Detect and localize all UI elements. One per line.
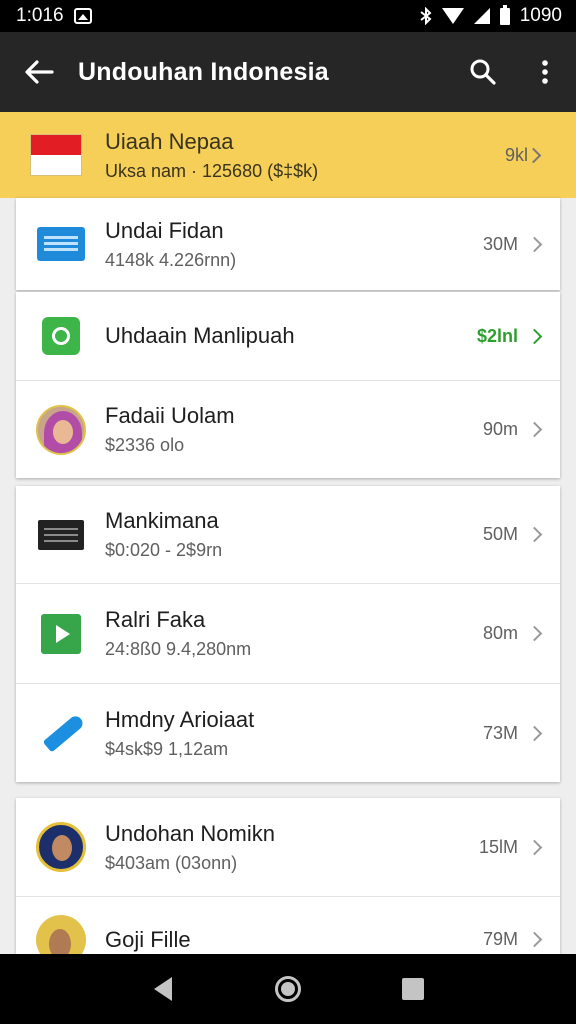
list-item[interactable]: Ralri Faka 24:8ß0 9.4,280nm 80m [16, 583, 560, 683]
system-nav-bar [0, 954, 576, 1024]
item-size: $2lnl [476, 325, 518, 346]
bluetooth-icon [420, 7, 432, 25]
indonesia-flag-icon [31, 130, 81, 180]
nav-back-button[interactable] [143, 969, 183, 1009]
list-item[interactable]: Undohan Nomikn $403am (03onn) 15lM [16, 798, 560, 896]
chevron-right-icon [526, 526, 543, 543]
avatar-icon [36, 822, 86, 872]
list-item[interactable]: Fadaii Uolam $2336 olo 90m [16, 380, 560, 478]
back-button[interactable] [0, 32, 78, 112]
nav-home-button[interactable] [268, 969, 308, 1009]
item-size: 80m [482, 623, 518, 643]
nav-recents-icon [402, 978, 425, 1000]
item-size: 90m [482, 419, 518, 439]
item-title: Uhdaain Manlipuah [105, 323, 295, 348]
avatar-icon [36, 404, 86, 455]
nav-home-icon [274, 976, 301, 1002]
wifi-icon [441, 8, 464, 24]
green-app-icon [36, 311, 86, 361]
item-subtitle: Uksa nam · 125680 ($‡$k) [105, 160, 319, 181]
card-1: Undai Fidan 4148k 4.226rnn) 30M [16, 198, 560, 290]
item-title: Ralri Faka [105, 607, 206, 632]
nav-recents-button[interactable] [393, 969, 433, 1009]
chevron-right-icon [526, 725, 543, 741]
item-size: 30M [482, 233, 518, 254]
item-title: Goji Fille [105, 926, 191, 952]
item-title: Undai Fidan [105, 217, 224, 243]
image-icon [73, 8, 92, 24]
chevron-right-icon [526, 931, 543, 948]
search-button[interactable] [452, 32, 514, 112]
pen-icon [36, 708, 86, 758]
item-title: Uiaah Nepaa [105, 128, 234, 154]
item-text: Ralri Faka 24:8ß0 9.4,280nm [105, 584, 450, 683]
item-text: Hmdny Arioiaat $4sk$9 1,12am [105, 684, 450, 782]
list-item[interactable]: Uhdaain Manlipuah $2lnl [16, 292, 560, 380]
play-icon [36, 609, 86, 659]
item-size: 73M [482, 722, 518, 743]
item-size: 15lM [478, 836, 518, 857]
card-2: Uhdaain Manlipuah $2lnl Fadaii Uolam $23… [16, 292, 560, 478]
status-battery: 1090 [519, 5, 562, 26]
card-4: Undohan Nomikn $403am (03onn) 15lM Goji … [16, 798, 560, 965]
chevron-right-icon [526, 421, 543, 438]
item-subtitle: $2336 olo [105, 435, 185, 455]
nav-back-icon [153, 977, 172, 1001]
item-text: Uiaah Nepaa Uksa nam · 125680 ($‡$k) [105, 112, 466, 198]
document-icon [36, 219, 86, 269]
overflow-menu-button[interactable] [514, 32, 576, 112]
chevron-right-icon [526, 625, 543, 642]
item-subtitle: $4sk$9 1,12am [105, 738, 229, 759]
item-text: Undai Fidan 4148k 4.226rnn) [105, 198, 450, 290]
item-size: 50M [482, 524, 518, 544]
back-arrow-icon [25, 60, 54, 84]
keyboard-icon [36, 510, 86, 560]
status-right: 1090 [420, 4, 562, 27]
card-3: Mankimana $0:020 - 2$9rn 50M Ralri Faka … [16, 486, 560, 782]
item-subtitle: $0:020 - 2$9rn [105, 540, 223, 560]
more-vert-icon [542, 60, 548, 84]
list-item[interactable]: Mankimana $0:020 - 2$9rn 50M [16, 486, 560, 583]
app-title: Undouhan Indonesia [78, 57, 329, 86]
search-icon [470, 59, 496, 85]
item-title: Fadaii Uolam [105, 403, 235, 428]
item-title: Undohan Nomikn [105, 820, 275, 846]
item-subtitle: 4148k 4.226rnn) [105, 249, 237, 270]
chevron-right-icon [526, 236, 543, 252]
battery-icon [499, 4, 510, 25]
list-item[interactable]: Undai Fidan 4148k 4.226rnn) 30M [16, 198, 560, 290]
status-time: 1:016 [16, 5, 64, 26]
item-text: Fadaii Uolam $2336 olo [105, 381, 450, 478]
app-bar: Undouhan Indonesia [0, 32, 576, 112]
item-subtitle: $403am (03onn) [105, 852, 238, 873]
list-item[interactable]: Hmdny Arioiaat $4sk$9 1,12am 73M [16, 683, 560, 782]
item-title: Mankimana [105, 508, 219, 533]
item-title: Hmdny Arioiaat [105, 706, 255, 732]
item-text: Mankimana $0:020 - 2$9rn [105, 486, 450, 583]
highlighted-list-item[interactable]: Uiaah Nepaa Uksa nam · 125680 ($‡$k) 9kl [0, 112, 576, 198]
item-subtitle: 24:8ß0 9.4,280nm [105, 639, 252, 659]
item-text: Undohan Nomikn $403am (03onn) [105, 798, 450, 896]
status-bar: 1:016 1090 [0, 0, 576, 32]
item-text: Uhdaain Manlipuah [105, 292, 450, 380]
item-size: 79M [482, 929, 518, 949]
chevron-right-icon [526, 839, 543, 855]
signal-icon [473, 8, 490, 24]
status-left: 1:016 [16, 5, 92, 27]
chevron-right-icon [526, 328, 543, 344]
chevron-right-icon [525, 147, 542, 163]
